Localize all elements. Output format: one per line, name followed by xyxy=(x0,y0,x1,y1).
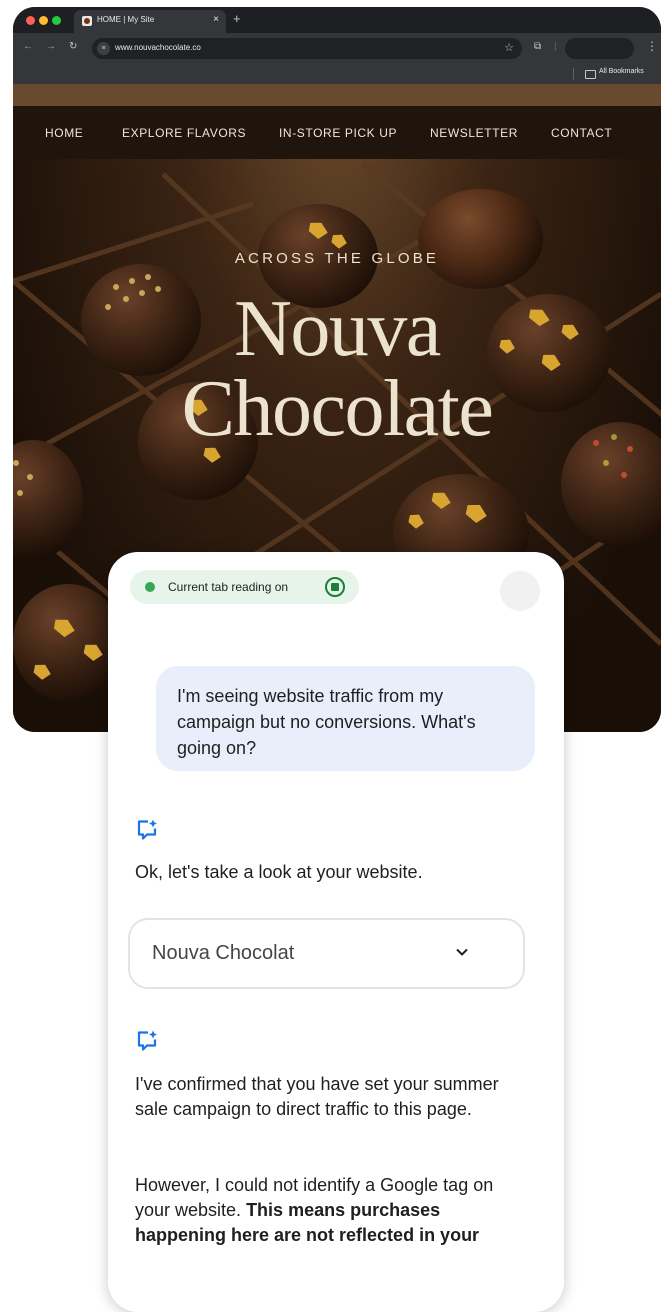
tab-title: HOME | My Site xyxy=(97,15,155,24)
page-top-strip xyxy=(13,84,661,106)
maximize-window-button[interactable] xyxy=(52,16,61,25)
stop-reading-icon[interactable] xyxy=(325,577,345,597)
sprinkle xyxy=(621,472,627,478)
new-tab-button[interactable]: + xyxy=(233,11,241,26)
site-favicon-icon xyxy=(82,16,92,26)
user-message-bubble: I'm seeing website traffic from my campa… xyxy=(156,666,535,771)
all-bookmarks-link[interactable]: All Bookmarks xyxy=(599,68,644,75)
browser-toolbar: ← → ↻ ≡ www.nouvachocolate.co ☆ ⧉ | ⋮ xyxy=(13,33,661,64)
address-bar[interactable]: ≡ www.nouvachocolate.co ☆ xyxy=(92,38,522,59)
site-navbar: HOME EXPLORE FLAVORS IN-STORE PICK UP NE… xyxy=(13,106,661,159)
assistant-reply-2-paragraph-1: I've confirmed that you have set your su… xyxy=(135,1074,499,1119)
ai-spark-chat-icon xyxy=(137,819,157,840)
sprinkle xyxy=(17,490,23,496)
reload-icon[interactable]: ↻ xyxy=(69,41,77,52)
url-text[interactable]: www.nouvachocolate.co xyxy=(115,43,201,52)
hero-eyebrow: ACROSS THE GLOBE xyxy=(234,250,440,267)
close-window-button[interactable] xyxy=(26,16,35,25)
avatar[interactable] xyxy=(500,571,540,611)
sprinkle xyxy=(145,274,151,280)
nav-in-store-pick-up[interactable]: IN-STORE PICK UP xyxy=(279,126,397,140)
tab-close-icon[interactable]: × xyxy=(213,14,219,25)
tab-search-icon[interactable]: ⧉ xyxy=(534,41,541,52)
nav-explore-flavors[interactable]: EXPLORE FLAVORS xyxy=(122,126,246,140)
ai-spark-chat-icon xyxy=(137,1030,157,1051)
bookmarks-bar: All Bookmarks xyxy=(13,64,661,84)
chocolate-truffle xyxy=(418,189,543,289)
minimize-window-button[interactable] xyxy=(39,16,48,25)
sprinkle xyxy=(603,460,609,466)
sprinkle xyxy=(27,474,33,480)
sprinkle xyxy=(129,278,135,284)
nav-contact[interactable]: CONTACT xyxy=(551,126,612,140)
status-dot-icon xyxy=(145,582,155,592)
tab-reading-status-chip[interactable]: Current tab reading on xyxy=(130,570,359,604)
brand-line-2: Chocolate xyxy=(181,365,494,453)
tab-strip: HOME | My Site × + xyxy=(13,7,661,33)
chocolate-truffle xyxy=(13,584,123,702)
nav-home[interactable]: HOME xyxy=(45,126,83,140)
assistant-panel: Current tab reading on I'm seeing websit… xyxy=(108,552,564,1312)
assistant-reply-1: Ok, let's take a look at your website. xyxy=(135,862,423,882)
back-arrow-icon[interactable]: ← xyxy=(23,41,33,52)
more-menu-icon[interactable]: ⋮ xyxy=(646,39,658,53)
user-message-text: I'm seeing website traffic from my campa… xyxy=(177,686,476,758)
nav-newsletter[interactable]: NEWSLETTER xyxy=(430,126,518,140)
brand-line-1: Nouva xyxy=(234,285,441,373)
browser-tab[interactable]: HOME | My Site × xyxy=(74,10,226,33)
assistant-reply-2-paragraph-2: However, I could not identify a Google t… xyxy=(135,1173,530,1248)
toolbar-divider: | xyxy=(554,41,557,52)
site-settings-icon[interactable]: ≡ xyxy=(97,42,110,55)
folder-icon[interactable] xyxy=(585,70,596,79)
hero-brand-title: Nouva Chocolate xyxy=(13,289,661,449)
profile-button[interactable] xyxy=(565,38,634,59)
bookmark-star-icon[interactable]: ☆ xyxy=(504,41,514,54)
status-chip-label: Current tab reading on xyxy=(168,580,289,594)
chevron-down-icon[interactable] xyxy=(455,947,469,957)
bookmarks-divider xyxy=(573,68,574,80)
website-select-dropdown[interactable]: Nouva Chocolat xyxy=(128,918,525,989)
sprinkle xyxy=(13,460,19,466)
forward-arrow-icon[interactable]: → xyxy=(46,41,56,52)
select-value: Nouva Chocolat xyxy=(152,942,295,964)
